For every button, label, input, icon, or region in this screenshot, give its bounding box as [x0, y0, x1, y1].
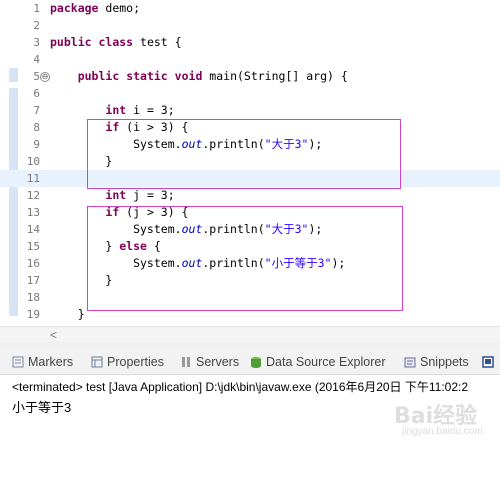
- code-token: demo;: [98, 1, 141, 15]
- watermark-url: jingyan.baidu.com: [402, 426, 483, 437]
- line-number: 2: [33, 19, 40, 32]
- code-line[interactable]: 7 int i = 3;: [0, 102, 500, 119]
- tab-label: Properties: [107, 355, 164, 369]
- keyword-token: int: [105, 188, 127, 202]
- tab-label: Data Source Explorer: [266, 355, 386, 369]
- keyword-token: class: [98, 35, 134, 49]
- tab-snippets[interactable]: Snippets: [404, 353, 469, 371]
- servers-icon: [180, 355, 192, 367]
- code-line[interactable]: 12 int j = 3;: [0, 187, 500, 204]
- fold-collapse-icon[interactable]: ⊖: [40, 72, 50, 82]
- keyword-token: public: [50, 35, 92, 49]
- line-number: 1: [33, 2, 40, 15]
- line-number: 14: [26, 223, 40, 236]
- line-number: 3: [33, 36, 40, 49]
- line-number: 15: [26, 240, 40, 253]
- line-number: 12: [26, 189, 40, 202]
- code-editor[interactable]: 1 package demo; 2 3 public class test { 4 5 ⊖ p…: [0, 0, 500, 326]
- keyword-token: public: [77, 69, 120, 83]
- scroll-left-icon[interactable]: <: [50, 328, 57, 342]
- code-token: j = 3;: [126, 188, 175, 202]
- line-number: 13: [26, 206, 40, 219]
- code-line[interactable]: 1 package demo;: [0, 0, 500, 17]
- console-icon: [482, 355, 494, 368]
- line-number: 11: [26, 172, 40, 185]
- code-line[interactable]: 5 ⊖ public static void main(String[] arg)…: [0, 68, 500, 85]
- keyword-token: static: [126, 69, 168, 83]
- view-tab-bar: Markers Properties Servers Data Source E…: [0, 348, 500, 375]
- console-status: <terminated> test [Java Application] D:\…: [12, 380, 469, 394]
- highlight-box-second-if: [87, 206, 403, 311]
- line-number: 7: [33, 104, 40, 117]
- horizontal-scrollbar[interactable]: <: [0, 326, 500, 343]
- tab-label: Servers: [196, 355, 240, 369]
- line-number: 6: [33, 87, 40, 100]
- line-number: 5: [33, 70, 40, 83]
- code-line[interactable]: 4: [0, 51, 500, 68]
- tab-properties[interactable]: Properties: [91, 353, 164, 371]
- code-text: }: [50, 306, 85, 323]
- line-number: 8: [33, 121, 40, 134]
- properties-icon: [91, 355, 103, 368]
- tab-label: Snippets: [420, 355, 469, 369]
- code-text: int j = 3;: [50, 187, 175, 204]
- line-number: 18: [26, 291, 40, 304]
- code-text: int i = 3;: [50, 102, 175, 119]
- code-token: test {: [133, 35, 182, 49]
- code-text: public class test {: [50, 34, 182, 51]
- data-source-icon: [250, 355, 262, 368]
- code-token: i = 3;: [126, 103, 175, 117]
- keyword-token: package: [50, 1, 99, 15]
- keyword-token: void: [174, 69, 203, 83]
- code-line[interactable]: 6: [0, 85, 500, 102]
- code-token: }: [50, 307, 85, 321]
- console-output: 小于等于3: [12, 400, 72, 415]
- code-text: package demo;: [50, 0, 140, 17]
- keyword-token: int: [105, 103, 127, 117]
- tab-label: Markers: [28, 355, 74, 369]
- tab-markers[interactable]: Markers: [12, 353, 73, 371]
- watermark: Bai经验 jingyan.baidu.com: [384, 398, 496, 438]
- line-number: 19: [26, 308, 40, 321]
- code-line[interactable]: 2: [0, 17, 500, 34]
- line-number: 16: [26, 257, 40, 270]
- line-number: 17: [26, 274, 40, 287]
- line-number: 4: [33, 53, 40, 66]
- tab-data-source-explorer[interactable]: Data Source Explorer: [250, 353, 386, 371]
- code-line[interactable]: 3 public class test {: [0, 34, 500, 51]
- code-text: public static void main(String[] arg) {: [50, 68, 348, 85]
- highlight-box-first-if: [87, 119, 401, 189]
- snippets-icon: [404, 355, 416, 368]
- tab-servers[interactable]: Servers: [180, 353, 239, 371]
- markers-icon: [12, 355, 24, 368]
- line-number: 9: [33, 138, 40, 151]
- tab-console[interactable]: [482, 353, 498, 371]
- line-number: 10: [26, 155, 40, 168]
- code-token: main(String[] arg) {: [202, 69, 348, 83]
